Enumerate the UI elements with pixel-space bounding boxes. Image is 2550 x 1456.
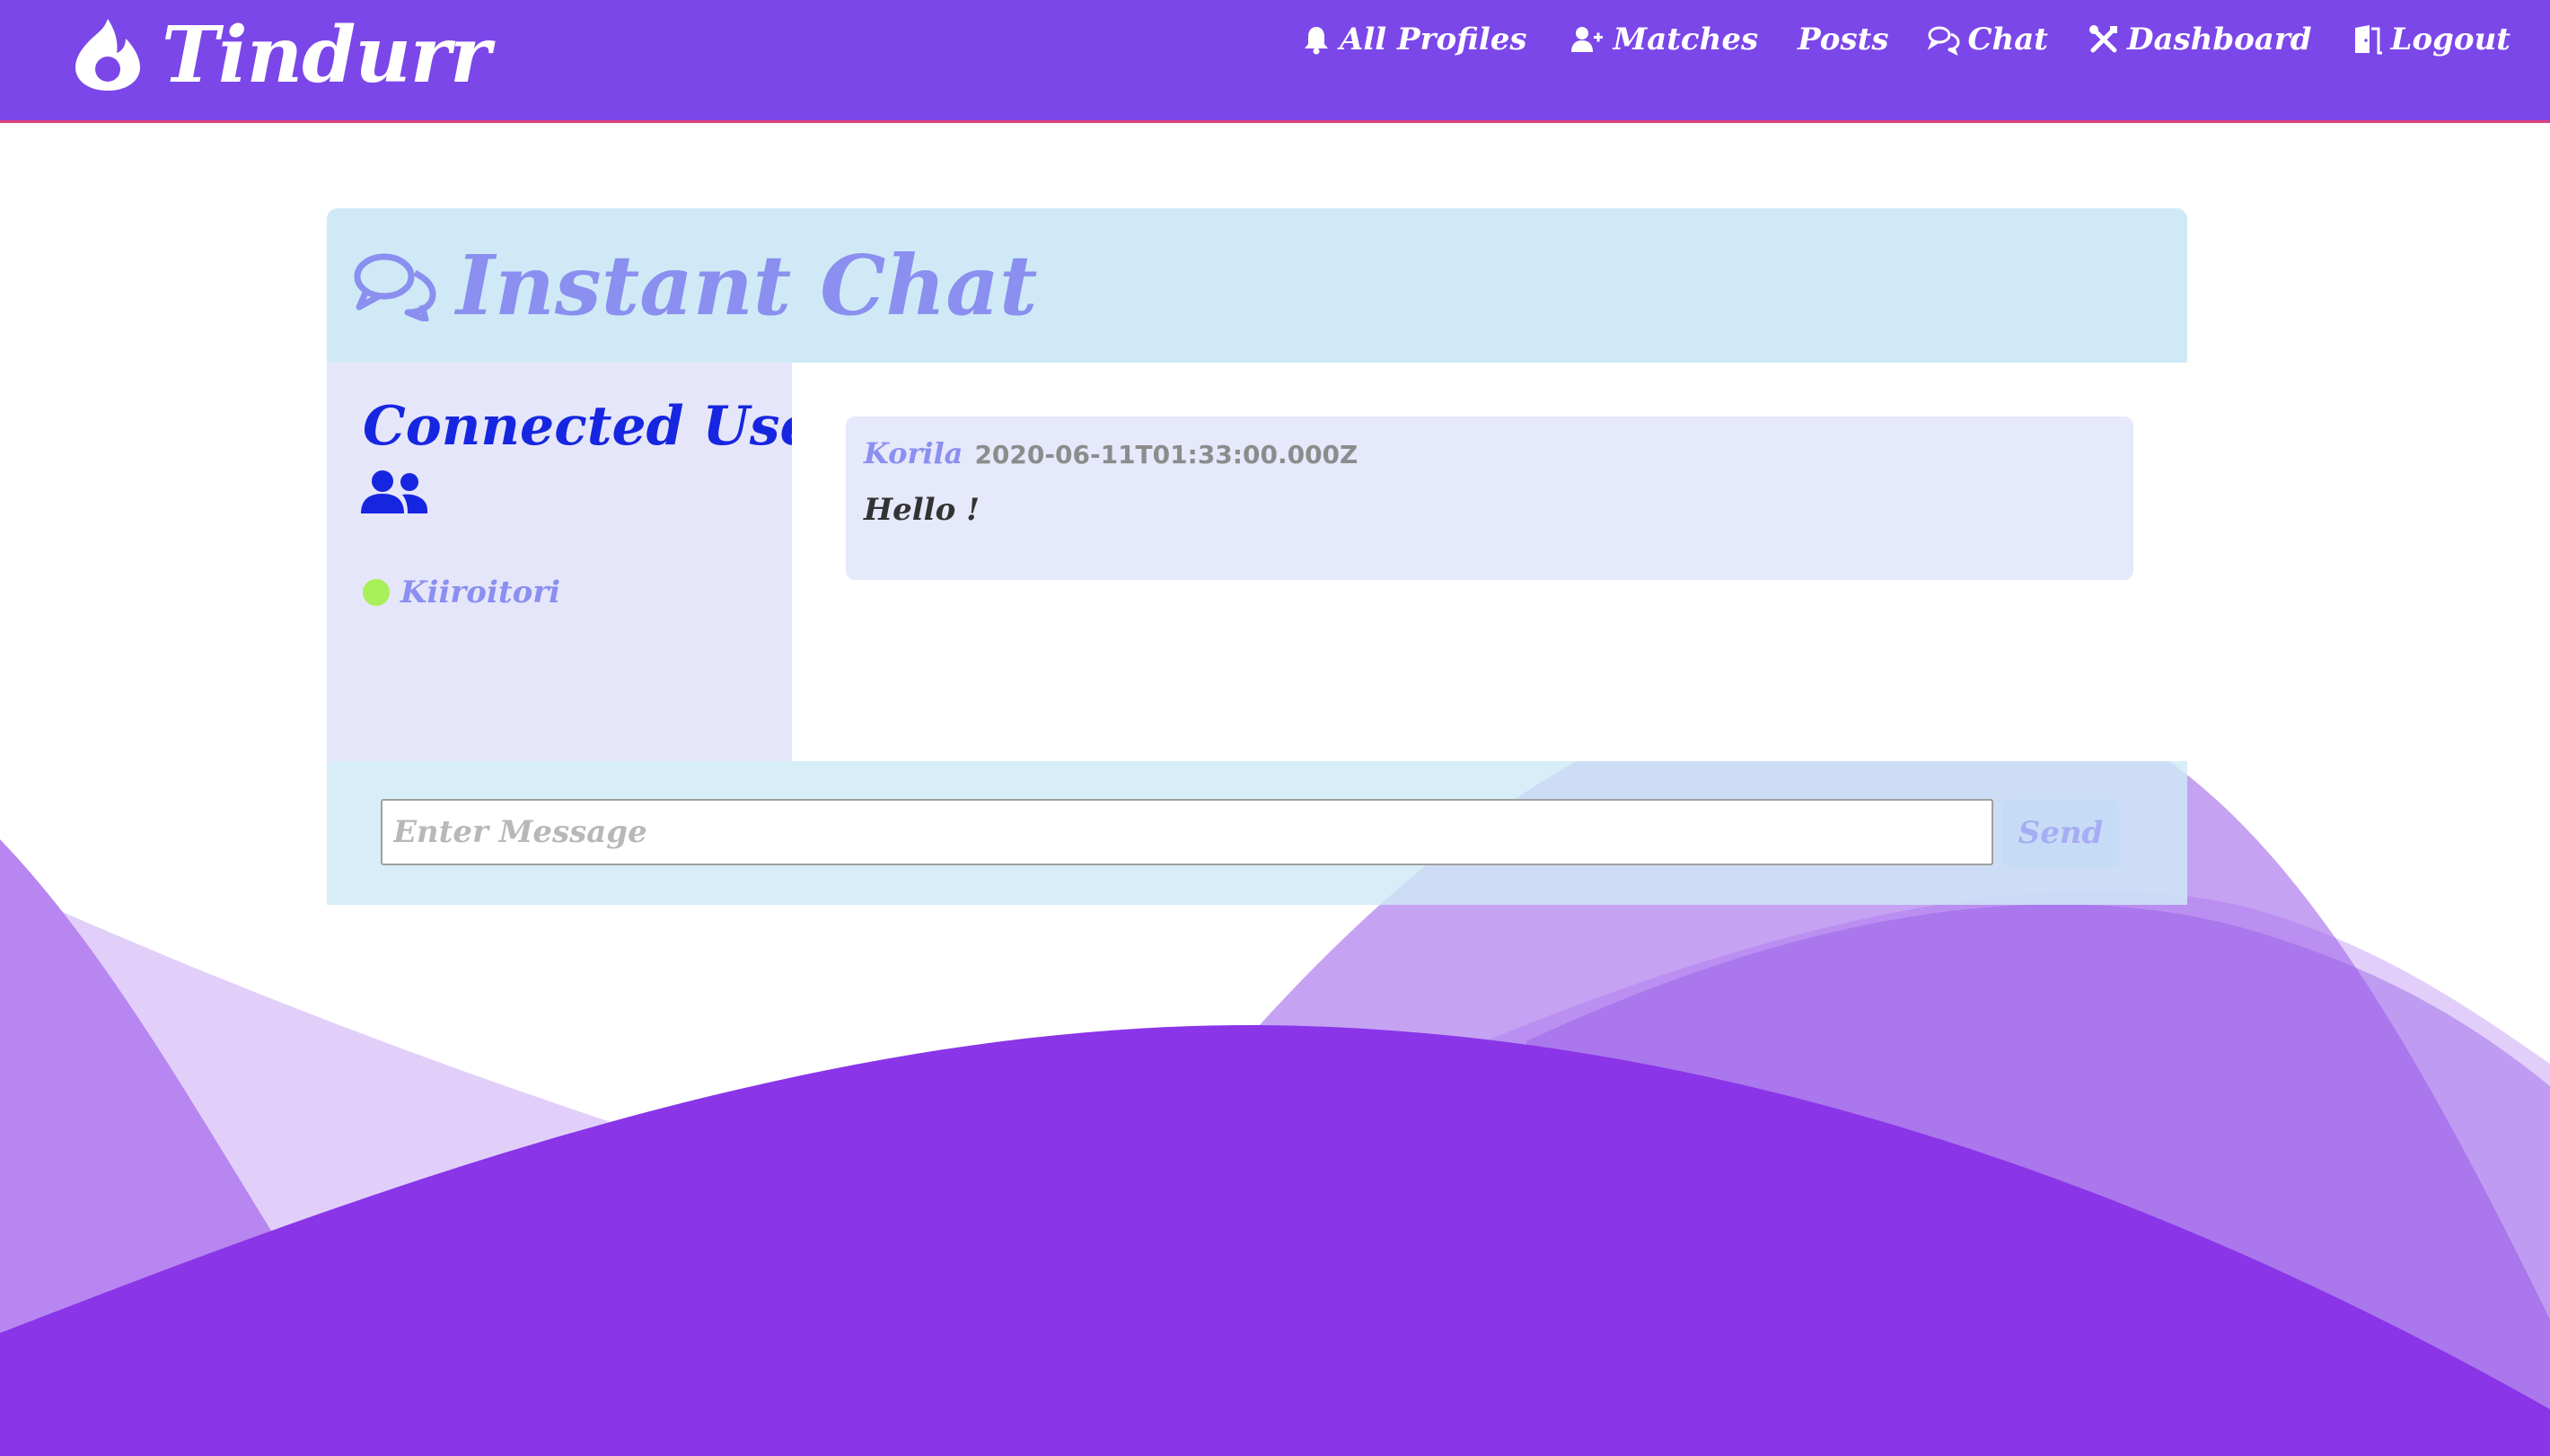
users-icon [361,470,427,513]
message-input[interactable] [381,799,1993,865]
chat-icon [1928,26,1960,56]
message-author: Korila [864,436,963,470]
user-plus-icon [1570,27,1603,52]
tools-icon [2088,25,2117,53]
nav-label: Dashboard [2126,22,2312,57]
message-meta: Korila 2020-06-11T01:33:00.000Z [864,436,1358,470]
nav-links: All Profiles Matches Posts Chat Dashboar… [1261,13,2510,66]
nav-label: Logout [2390,22,2510,57]
nav-item-posts[interactable]: Posts [1798,22,1888,57]
bell-icon [1304,27,1328,55]
nav-label: Chat [1967,22,2048,57]
user-list-item[interactable]: Kiiroitori [363,575,560,610]
nav-item-chat[interactable]: Chat [1928,22,2048,57]
chat-message: Korila 2020-06-11T01:33:00.000Z Hello ! [846,417,2133,580]
nav-label: Matches [1613,22,1759,57]
nav-item-matches[interactable]: Matches [1567,22,1759,57]
message-input-bar: Send [327,761,2187,905]
flame-logo-icon [75,19,140,91]
brand-name: Tindurr [162,9,490,101]
nav-label: Posts [1798,22,1889,57]
nav-label: All Profiles [1339,22,1527,57]
online-status-dot [363,579,390,606]
chat-bubbles-icon [354,253,436,321]
message-text: Hello ! [864,492,980,528]
user-name: Kiiroitori [400,575,561,610]
send-button[interactable]: Send [2002,799,2119,867]
nav-item-dashboard[interactable]: Dashboard [2088,22,2312,57]
chat-title: Instant Chat [456,237,1038,334]
nav-item-logout[interactable]: Logout [2352,22,2510,57]
chat-header: Instant Chat [327,208,2187,363]
connected-users-panel: Connected Users Kiiroitori [327,363,873,761]
brand-link[interactable]: Tindurr [74,5,490,104]
door-icon [2354,25,2382,55]
message-timestamp: 2020-06-11T01:33:00.000Z [974,440,1359,469]
chat-card: Instant Chat Connected Users Kiiroitori … [327,208,2187,905]
nav-item-all-profiles[interactable]: All Profiles [1300,22,1527,57]
navbar: Tindurr All Profiles Matches Posts Chat … [0,0,2550,123]
messages-area: Korila 2020-06-11T01:33:00.000Z Hello ! [792,363,2187,761]
